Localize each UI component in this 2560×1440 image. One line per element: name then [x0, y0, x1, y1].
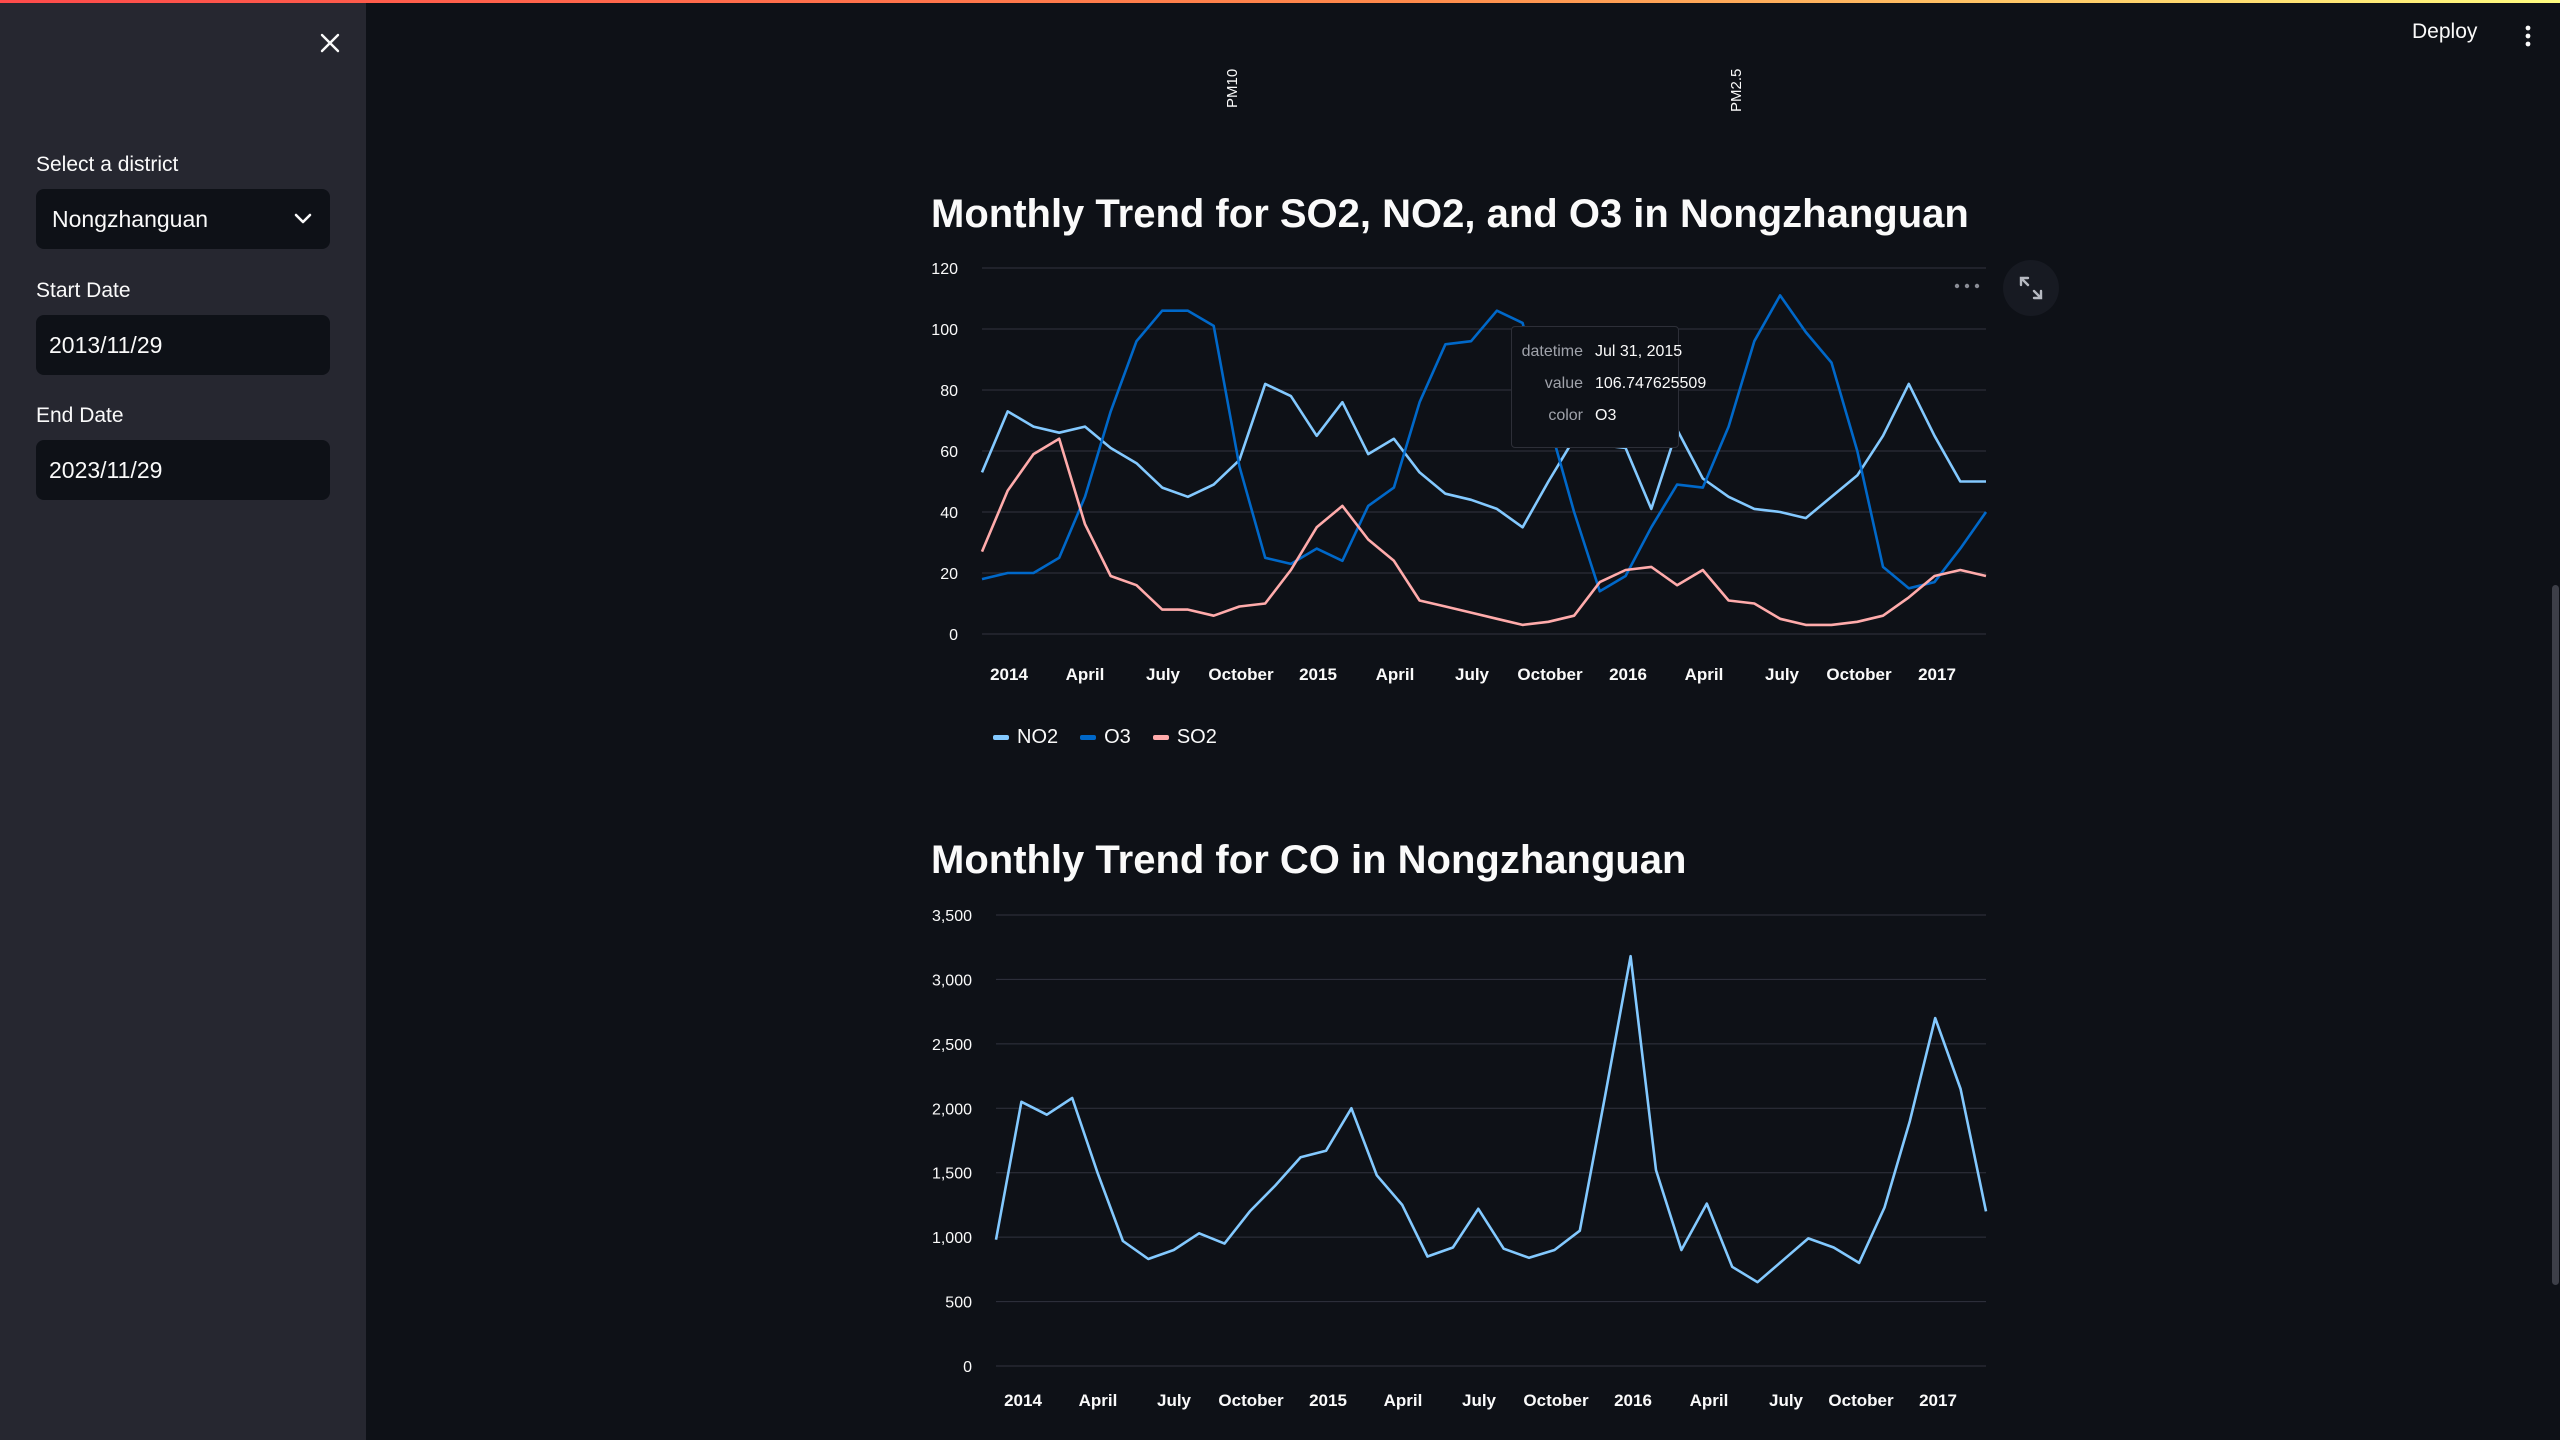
x-tick-label: 2014: [1004, 1391, 1042, 1410]
y-tick-label: 60: [940, 444, 958, 461]
x-tick-label: July: [1769, 1391, 1804, 1410]
y-tick-label: 0: [963, 1359, 972, 1376]
y-tick-label: 3,000: [932, 972, 972, 989]
page-scrollbar[interactable]: [2552, 585, 2559, 1285]
fullscreen-button[interactable]: [2003, 260, 2059, 316]
tooltip-key: value: [1544, 375, 1583, 392]
x-tick-label: 2016: [1609, 665, 1647, 684]
tooltip-key: datetime: [1521, 343, 1583, 360]
x-tick-label: April: [1066, 665, 1105, 684]
x-tick-label: April: [1079, 1391, 1118, 1410]
legend-item-so2[interactable]: SO2: [1152, 726, 1217, 749]
fullscreen-icon: [2019, 276, 2043, 300]
y-tick-label: 1,000: [932, 1230, 972, 1247]
tooltip-row: value 106.747625509: [1512, 375, 1706, 397]
legend-swatch-o3: [1080, 735, 1097, 740]
legend-item-o3[interactable]: O3: [1080, 726, 1131, 749]
x-tick-label: October: [1826, 665, 1892, 684]
y-tick-label: 2,000: [932, 1101, 972, 1118]
x-tick-label: July: [1146, 665, 1181, 684]
y-tick-label: 80: [940, 383, 958, 400]
tooltip-row: color O3: [1512, 407, 1678, 429]
x-tick-label: 2015: [1309, 1391, 1347, 1410]
legend-label-no2: NO2: [1017, 726, 1059, 748]
y-tick-label: 120: [931, 261, 958, 278]
x-tick-label: 2016: [1614, 1391, 1652, 1410]
x-tick-label: October: [1828, 1391, 1894, 1410]
x-tick-label: 2017: [1919, 1391, 1957, 1410]
series-line-co: [994, 954, 1988, 1284]
y-tick-label: 0: [949, 627, 958, 644]
legend-item-no2[interactable]: NO2: [993, 726, 1058, 749]
x-tick-label: April: [1690, 1391, 1729, 1410]
x-tick-label: 2017: [1918, 665, 1956, 684]
y-tick-label: 1,500: [932, 1166, 972, 1183]
charts-canvas: 0 20 40 60 80 100 120 2014 April July October 2015 A…: [931, 261, 1988, 1410]
x-tick-label: April: [1384, 1391, 1423, 1410]
x-tick-label: October: [1208, 665, 1274, 684]
x-tick-label: July: [1462, 1391, 1497, 1410]
y-tick-label: 100: [931, 322, 958, 339]
x-tick-label: 2014: [990, 665, 1028, 684]
legend-label-so2: SO2: [1176, 726, 1217, 748]
chart-tooltip: datetime Jul 31, 2015 value 106.74762550…: [1511, 326, 1706, 448]
legend-swatch-no2: [993, 735, 1009, 740]
y-tick-label: 20: [940, 566, 958, 583]
y-tick-label: 40: [940, 505, 958, 522]
y-tick-label: 2,500: [932, 1037, 972, 1054]
y-tick-label: 3,500: [932, 908, 972, 925]
x-tick-label: October: [1517, 665, 1583, 684]
legend-label-o3: O3: [1104, 726, 1131, 748]
series-line-no2: [980, 382, 1986, 529]
more-horiz-icon[interactable]: [1952, 280, 1982, 292]
tooltip-value: 106.747625509: [1595, 375, 1707, 392]
x-tick-label: July: [1157, 1391, 1192, 1410]
x-tick-label: July: [1765, 665, 1800, 684]
x-tick-label: 2015: [1299, 665, 1337, 684]
tooltip-value: Jul 31, 2015: [1595, 343, 1683, 360]
tooltip-key: color: [1548, 407, 1583, 424]
x-tick-label: July: [1455, 665, 1490, 684]
tooltip-value: O3: [1595, 407, 1617, 424]
x-tick-label: October: [1218, 1391, 1284, 1410]
x-tick-label: April: [1685, 665, 1724, 684]
chart1-legend: NO2 O3 SO2: [993, 726, 1217, 749]
series-line-o3: [981, 294, 1988, 593]
legend-swatch-so2: [1152, 735, 1169, 740]
series-line-so2: [980, 437, 1987, 627]
x-tick-label: April: [1376, 665, 1415, 684]
tooltip-row: datetime Jul 31, 2015: [1512, 343, 1683, 365]
x-tick-label: October: [1523, 1391, 1589, 1410]
y-tick-label: 500: [945, 1295, 972, 1312]
